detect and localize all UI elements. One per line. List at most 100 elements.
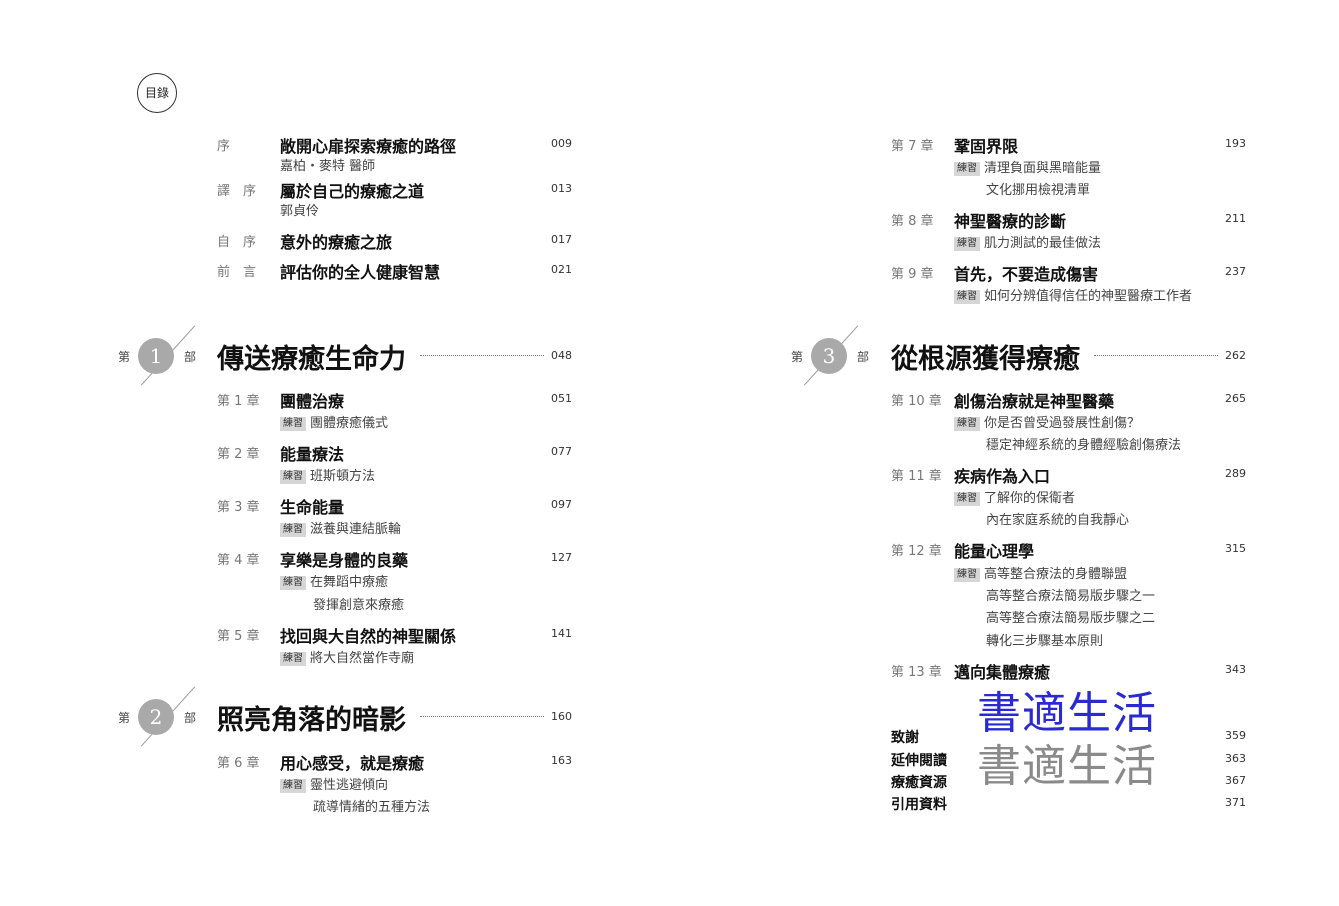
chapter-title[interactable]: 鞏固界限: [954, 133, 1018, 157]
exercise-item: 練習 如何分辨值得信任的神聖醫療工作者: [954, 285, 1192, 304]
back-page: 367: [1225, 774, 1246, 787]
dot-leader: [420, 716, 544, 717]
exercise-text: 高等整合療法簡易版步驟之一: [986, 589, 1156, 604]
back-title[interactable]: 引用資料: [891, 794, 947, 814]
exercise-text: 文化挪用檢視清單: [986, 183, 1091, 198]
exercise-tag: 練習: [280, 576, 306, 590]
part-title[interactable]: 傳送療癒生命力: [217, 337, 408, 376]
front-page: 009: [551, 137, 572, 150]
toc-badge: 目錄: [137, 73, 177, 113]
chapter-label: 第 7 章: [891, 139, 934, 154]
chapter-title[interactable]: 能量療法: [280, 441, 344, 465]
chapter-label: 第 1 章: [217, 394, 260, 409]
front-label: 譯 序: [217, 184, 257, 199]
part-number-circle: 1: [138, 338, 174, 374]
exercise-item: 練習 團體療癒儀式: [280, 412, 388, 431]
back-title[interactable]: 致謝: [891, 727, 919, 747]
exercise-tag: 練習: [954, 568, 980, 582]
exercise-text: 滋養與連結脈輪: [310, 522, 402, 537]
front-page: 021: [551, 263, 572, 276]
back-title[interactable]: 療癒資源: [891, 772, 947, 792]
back-page: 371: [1225, 796, 1246, 809]
front-author: 郭貞伶: [280, 204, 320, 219]
part-title[interactable]: 照亮角落的暗影: [217, 698, 408, 737]
exercise-text: 班斯頓方法: [310, 469, 376, 484]
exercise-text: 內在家庭系統的自我靜心: [986, 513, 1130, 528]
chapter-label: 第 2 章: [217, 447, 260, 462]
exercise-text: 高等整合療法簡易版步驟之二: [986, 611, 1156, 626]
front-title[interactable]: 意外的療癒之旅: [280, 229, 392, 253]
chapter-title[interactable]: 找回與大自然的神聖關係: [280, 623, 456, 647]
part-suffix: 部: [184, 711, 197, 725]
chapter-title[interactable]: 用心感受，就是療癒: [280, 750, 424, 774]
chapter-page: 077: [551, 445, 572, 458]
chapter-page: 315: [1225, 542, 1246, 555]
chapter-label: 第 3 章: [217, 500, 260, 515]
exercise-text: 清理負面與黑暗能量: [984, 161, 1102, 176]
front-label: 前 言: [217, 265, 257, 280]
chapter-title[interactable]: 享樂是身體的良藥: [280, 547, 408, 571]
exercise-tag: 練習: [280, 523, 306, 537]
chapter-title[interactable]: 創傷治療就是神聖醫藥: [954, 388, 1114, 412]
part-number-circle: 2: [138, 699, 174, 735]
exercise-item: 練習 高等整合療法的身體聯盟: [954, 563, 1127, 582]
chapter-page: 141: [551, 627, 572, 640]
part-prefix: 第: [118, 350, 131, 364]
exercise-tag: 練習: [954, 162, 980, 176]
exercise-text: 疏導情緒的五種方法: [313, 800, 431, 815]
front-title[interactable]: 評估你的全人健康智慧: [280, 259, 440, 283]
exercise-text: 高等整合療法的身體聯盟: [984, 567, 1128, 582]
exercise-item: 練習 在舞蹈中療癒: [280, 571, 388, 590]
back-page: 359: [1225, 729, 1246, 742]
chapter-title[interactable]: 神聖醫療的診斷: [954, 208, 1066, 232]
chapter-title[interactable]: 疾病作為入口: [954, 463, 1050, 487]
chapter-page: 051: [551, 392, 572, 405]
exercise-tag: 練習: [954, 290, 980, 304]
chapter-label: 第 11 章: [891, 469, 942, 484]
front-author: 嘉柏・麥特 醫師: [280, 159, 376, 174]
chapter-page: 127: [551, 551, 572, 564]
exercise-text: 你是否曾受過發展性創傷？: [984, 416, 1141, 431]
exercise-text: 穩定神經系統的身體經驗創傷療法: [986, 438, 1182, 453]
exercise-text: 肌力測試的最佳做法: [984, 236, 1102, 251]
part-suffix: 部: [857, 350, 870, 364]
part-title[interactable]: 從根源獲得療癒: [891, 337, 1082, 376]
chapter-page: 193: [1225, 137, 1246, 150]
exercise-tag: 練習: [954, 417, 980, 431]
part-page: 048: [551, 349, 572, 362]
exercise-text: 靈性逃避傾向: [310, 778, 389, 793]
back-title[interactable]: 延伸閱讀: [891, 750, 947, 770]
exercise-tag: 練習: [280, 779, 306, 793]
watermark-gray: 書適生活: [977, 741, 1157, 792]
chapter-page: 237: [1225, 265, 1246, 278]
exercise-item: 練習 滋養與連結脈輪: [280, 518, 401, 537]
part-number-circle: 3: [811, 338, 847, 374]
exercise-item: 練習 肌力測試的最佳做法: [954, 232, 1101, 251]
chapter-title[interactable]: 首先，不要造成傷害: [954, 261, 1098, 285]
exercise-text: 如何分辨值得信任的神聖醫療工作者: [984, 289, 1193, 304]
front-label: 序: [217, 139, 231, 154]
chapter-label: 第 5 章: [217, 629, 260, 644]
back-page: 363: [1225, 752, 1246, 765]
part-suffix: 部: [184, 350, 197, 364]
chapter-page: 265: [1225, 392, 1246, 405]
exercise-text: 將大自然當作寺廟: [310, 651, 415, 666]
front-title[interactable]: 屬於自己的療癒之道: [280, 178, 424, 202]
part-page: 262: [1225, 349, 1246, 362]
chapter-page: 289: [1225, 467, 1246, 480]
chapter-label: 第 10 章: [891, 394, 942, 409]
chapter-title[interactable]: 團體治療: [280, 388, 344, 412]
exercise-item: 練習 班斯頓方法: [280, 465, 375, 484]
chapter-title[interactable]: 生命能量: [280, 494, 344, 518]
chapter-page: 211: [1225, 212, 1246, 225]
exercise-text: 團體療癒儀式: [310, 416, 389, 431]
chapter-title[interactable]: 能量心理學: [954, 538, 1034, 562]
chapter-label: 第 9 章: [891, 267, 934, 282]
exercise-item: 練習 將大自然當作寺廟: [280, 647, 414, 666]
exercise-tag: 練習: [954, 492, 980, 506]
front-title[interactable]: 敞開心扉探索療癒的路徑: [280, 133, 456, 157]
exercise-item: 練習 了解你的保衛者: [954, 487, 1075, 506]
chapter-page: 097: [551, 498, 572, 511]
exercise-item: 練習 靈性逃避傾向: [280, 774, 388, 793]
dot-leader: [1094, 355, 1218, 356]
